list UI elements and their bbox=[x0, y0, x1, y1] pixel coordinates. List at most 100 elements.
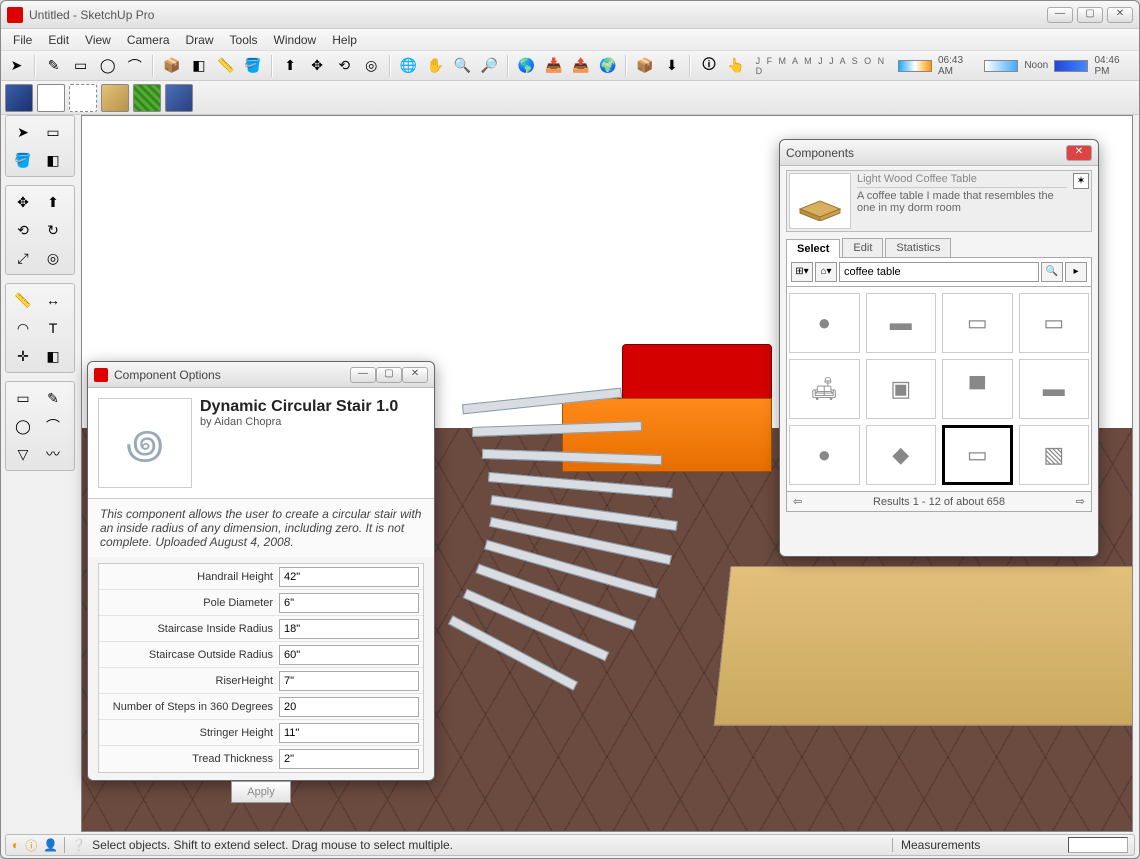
pan-tool-icon[interactable]: ✋ bbox=[424, 54, 447, 78]
menu-view[interactable]: View bbox=[77, 31, 119, 49]
style-shaded-icon[interactable] bbox=[101, 84, 129, 112]
status-icon-2[interactable]: ⓘ bbox=[25, 837, 37, 854]
line-tool-icon[interactable]: ✎ bbox=[42, 54, 65, 78]
status-icon-1[interactable]: ◐ bbox=[12, 838, 19, 852]
help-icon[interactable]: ❔ bbox=[71, 838, 86, 852]
rectangle-tool-icon[interactable]: ▭ bbox=[69, 54, 92, 78]
component-grid-item[interactable]: ▬ bbox=[1019, 359, 1090, 419]
component-grid-item[interactable]: ▣ bbox=[866, 359, 937, 419]
style-hidden-icon[interactable] bbox=[69, 84, 97, 112]
component-grid-item[interactable]: ● bbox=[789, 425, 860, 485]
component-grid-item[interactable]: ▭ bbox=[942, 425, 1013, 485]
dialog-minimize-button[interactable]: — bbox=[350, 367, 376, 383]
warehouse-get-icon[interactable]: 📥 bbox=[542, 54, 565, 78]
menu-edit[interactable]: Edit bbox=[40, 31, 77, 49]
rectangle-icon[interactable]: ▭ bbox=[9, 385, 37, 411]
get-models-icon[interactable]: 📦 bbox=[633, 54, 656, 78]
field-input[interactable] bbox=[279, 697, 419, 717]
dimension-icon[interactable]: ↔ bbox=[39, 287, 67, 313]
circle-icon[interactable]: ◯ bbox=[9, 413, 37, 439]
warehouse-icon[interactable]: 🌍 bbox=[596, 54, 619, 78]
arc-icon[interactable]: ⌒ bbox=[39, 413, 67, 439]
section-icon[interactable]: ◧ bbox=[39, 343, 67, 369]
dynamic-options-icon[interactable]: 🛈 bbox=[697, 54, 720, 78]
menu-help[interactable]: Help bbox=[324, 31, 365, 49]
status-icon-3[interactable]: 👤 bbox=[43, 838, 58, 852]
prev-page-button[interactable]: ⇦ bbox=[793, 495, 802, 508]
share-model-icon[interactable]: ⬇ bbox=[660, 54, 683, 78]
component-tool-icon[interactable]: 📦 bbox=[160, 54, 183, 78]
component-grid-item[interactable]: ▭ bbox=[1019, 293, 1090, 353]
apply-button[interactable]: Apply bbox=[231, 781, 291, 803]
style-textured-icon[interactable] bbox=[133, 84, 161, 112]
dialog-maximize-button[interactable]: ▢ bbox=[376, 367, 402, 383]
protractor-icon[interactable]: ◠ bbox=[9, 315, 37, 341]
view-mode-button[interactable]: ⊞▾ bbox=[791, 262, 813, 282]
close-button[interactable]: ✕ bbox=[1107, 7, 1133, 23]
offset-tool-icon[interactable]: ◎ bbox=[360, 54, 383, 78]
tab-select[interactable]: Select bbox=[786, 239, 840, 258]
minimize-button[interactable]: — bbox=[1047, 7, 1073, 23]
maximize-button[interactable]: ▢ bbox=[1077, 7, 1103, 23]
eraser-tool-icon[interactable]: ◧ bbox=[187, 54, 210, 78]
time-gradient-early[interactable] bbox=[898, 60, 932, 72]
component-grid-item[interactable]: ▀ bbox=[942, 359, 1013, 419]
search-input[interactable] bbox=[839, 262, 1039, 282]
component-grid-item[interactable]: 🛋 bbox=[789, 359, 860, 419]
field-input[interactable] bbox=[279, 619, 419, 639]
expand-info-button[interactable]: ✶ bbox=[1073, 173, 1089, 189]
component-icon[interactable]: ▭ bbox=[39, 119, 67, 145]
warehouse-share-icon[interactable]: 📤 bbox=[569, 54, 592, 78]
arc-tool-icon[interactable]: ⌒ bbox=[123, 54, 146, 78]
component-grid-item[interactable]: ▭ bbox=[942, 293, 1013, 353]
component-grid-item[interactable]: ◆ bbox=[866, 425, 937, 485]
next-page-button[interactable]: ⇨ bbox=[1076, 495, 1085, 508]
scale-icon[interactable]: ⤢ bbox=[9, 245, 37, 271]
field-input[interactable] bbox=[279, 593, 419, 613]
orbit-tool-icon[interactable]: 🌐 bbox=[397, 54, 420, 78]
time-gradient-late[interactable] bbox=[1054, 60, 1088, 72]
components-close-button[interactable]: ✕ bbox=[1066, 145, 1092, 161]
polygon-icon[interactable]: ▽ bbox=[9, 441, 37, 467]
move-icon[interactable]: ✥ bbox=[9, 189, 37, 215]
rotate-icon[interactable]: ⟲ bbox=[9, 217, 37, 243]
line-icon[interactable]: ✎ bbox=[39, 385, 67, 411]
zoom-tool-icon[interactable]: 🔍 bbox=[451, 54, 474, 78]
circle-tool-icon[interactable]: ◯ bbox=[96, 54, 119, 78]
field-input[interactable] bbox=[279, 749, 419, 769]
offset-icon[interactable]: ◎ bbox=[39, 245, 67, 271]
field-input[interactable] bbox=[279, 723, 419, 743]
pushpull-icon[interactable]: ⬆ bbox=[39, 189, 67, 215]
menu-file[interactable]: File bbox=[5, 31, 40, 49]
select-tool-icon[interactable]: ➤ bbox=[5, 54, 28, 78]
style-mono-icon[interactable] bbox=[165, 84, 193, 112]
paint-icon[interactable]: 🪣 bbox=[9, 147, 37, 173]
style-wireframe-icon[interactable] bbox=[37, 84, 65, 112]
field-input[interactable] bbox=[279, 671, 419, 691]
move-tool-icon[interactable]: ✥ bbox=[306, 54, 329, 78]
select-icon[interactable]: ➤ bbox=[9, 119, 37, 145]
component-grid-item[interactable]: ● bbox=[789, 293, 860, 353]
component-grid-item[interactable]: ▬ bbox=[866, 293, 937, 353]
month-strip[interactable]: J F M A M J J A S O N D bbox=[756, 56, 892, 76]
tab-statistics[interactable]: Statistics bbox=[885, 238, 951, 257]
search-button[interactable]: 🔍 bbox=[1041, 262, 1063, 282]
paint-tool-icon[interactable]: 🪣 bbox=[242, 54, 265, 78]
dynamic-interact-icon[interactable]: 👆 bbox=[725, 54, 748, 78]
axes-icon[interactable]: ✛ bbox=[9, 343, 37, 369]
field-input[interactable] bbox=[279, 645, 419, 665]
details-button[interactable]: ▸ bbox=[1065, 262, 1087, 282]
field-input[interactable] bbox=[279, 567, 419, 587]
menu-camera[interactable]: Camera bbox=[119, 31, 178, 49]
dialog-titlebar[interactable]: Component Options — ▢ ✕ bbox=[88, 362, 434, 388]
tape-icon[interactable]: 📏 bbox=[9, 287, 37, 313]
zoom-extents-icon[interactable]: 🔎 bbox=[478, 54, 501, 78]
menu-window[interactable]: Window bbox=[266, 31, 325, 49]
tape-tool-icon[interactable]: 📏 bbox=[214, 54, 237, 78]
time-gradient-mid[interactable] bbox=[984, 60, 1018, 72]
components-titlebar[interactable]: Components ✕ bbox=[780, 140, 1098, 166]
pushpull-tool-icon[interactable]: ⬆ bbox=[279, 54, 302, 78]
eraser-icon[interactable]: ◧ bbox=[39, 147, 67, 173]
dialog-close-button[interactable]: ✕ bbox=[402, 367, 428, 383]
menu-draw[interactable]: Draw bbox=[178, 31, 222, 49]
